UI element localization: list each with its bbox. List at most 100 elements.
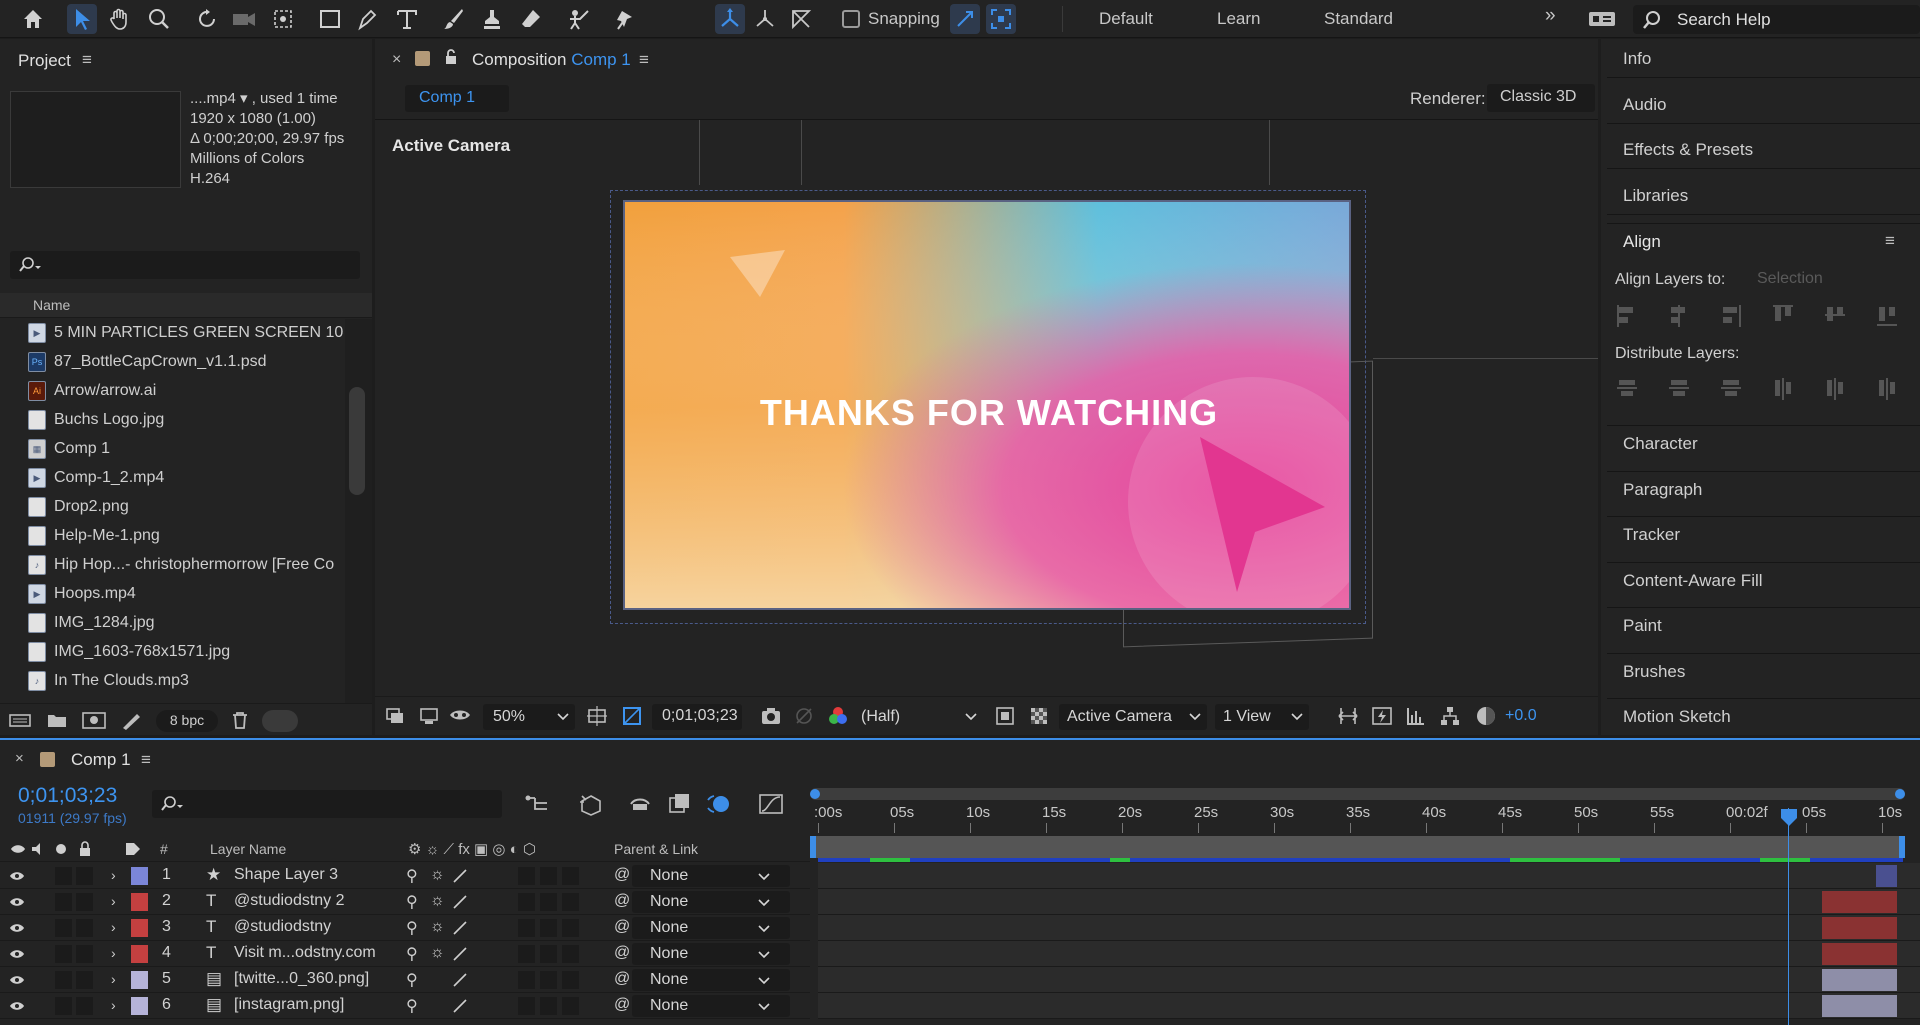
layer-label-color[interactable]	[131, 997, 148, 1015]
layer-duration-bar[interactable]	[1822, 917, 1897, 939]
panel-libraries[interactable]: Libraries	[1623, 186, 1688, 206]
work-area-bar[interactable]	[810, 836, 1905, 858]
solo-switch[interactable]	[55, 945, 72, 963]
show-snapshot-icon[interactable]	[793, 706, 815, 726]
shy-switch-icon[interactable]: ⚲	[406, 918, 418, 938]
current-time-field[interactable]: 0;01;03;23	[652, 704, 742, 730]
layer-duration-bar[interactable]	[1822, 891, 1897, 913]
layer-name[interactable]: [instagram.png]	[234, 996, 344, 1014]
shy-switch-icon[interactable]: ⚲	[406, 944, 418, 964]
solo-switch[interactable]	[55, 919, 72, 937]
lock-switch[interactable]	[76, 867, 93, 885]
world-axis-mode-icon[interactable]	[750, 4, 780, 34]
fast-previews-icon[interactable]	[1371, 705, 1393, 727]
adjustment-switch[interactable]	[518, 971, 535, 989]
timeline-menu-icon[interactable]: ≡	[141, 750, 151, 770]
timeline-current-time[interactable]: 0;01;03;23	[18, 784, 117, 808]
project-item[interactable]: ▦ Comp 1	[0, 435, 345, 464]
align-horizontal-center-icon[interactable]	[1667, 303, 1691, 329]
project-search-input[interactable]	[10, 251, 360, 279]
timeline-search-input[interactable]	[152, 790, 502, 818]
layer-duration-bar[interactable]	[1822, 943, 1897, 965]
column-layer-name[interactable]: Layer Name	[210, 841, 286, 857]
hide-shy-layers-icon[interactable]	[627, 792, 653, 816]
camera-view-select[interactable]: Active Camera	[1059, 704, 1207, 730]
expand-chevron-icon[interactable]: ›	[111, 919, 116, 935]
flowchart-icon[interactable]	[1439, 705, 1461, 727]
navigator-start-handle[interactable]	[810, 789, 820, 799]
zoom-tool-icon[interactable]	[144, 4, 174, 34]
project-item[interactable]: ▶ 5 MIN PARTICLES GREEN SCREEN 1080	[0, 319, 345, 348]
footage-name[interactable]: ....mp4 ▾ , used 1 time	[190, 89, 344, 109]
mask-visibility-icon[interactable]	[448, 707, 472, 725]
collapse-switch-icon[interactable]: ☼	[430, 918, 445, 936]
view-axis-mode-icon[interactable]	[786, 4, 816, 34]
quality-switch-icon[interactable]	[452, 998, 468, 1014]
renderer-select[interactable]: Classic 3D	[1487, 84, 1595, 112]
snapping-checkbox[interactable]	[842, 10, 860, 28]
work-area-start[interactable]	[810, 836, 816, 858]
project-item[interactable]: ▶ Comp-1_2.mp4	[0, 464, 345, 493]
composition-menu-icon[interactable]: ≡	[639, 50, 649, 70]
3d-switch[interactable]	[540, 997, 557, 1015]
puppet-pin-tool-icon[interactable]	[610, 4, 640, 34]
project-item[interactable]: Ps 87_BottleCapCrown_v1.1.psd	[0, 348, 345, 377]
project-item[interactable]: Help-Me-1.png	[0, 522, 345, 551]
flowchart-toggle[interactable]	[262, 710, 298, 732]
quality-switch-icon[interactable]	[452, 972, 468, 988]
eye-icon[interactable]	[9, 948, 25, 960]
eraser-tool-icon[interactable]	[516, 4, 546, 34]
workspace-settings-icon[interactable]	[1587, 4, 1617, 34]
lock-icon[interactable]	[444, 48, 458, 66]
shy-switch-icon[interactable]: ⚲	[406, 970, 418, 990]
shy-switch-icon[interactable]: ⚲	[406, 892, 418, 912]
magnification-select[interactable]: 50%	[483, 704, 575, 730]
lock-switch[interactable]	[76, 971, 93, 989]
bit-depth-button[interactable]: 8 bpc	[156, 710, 218, 732]
solo-switch[interactable]	[55, 971, 72, 989]
motion-blur-switch[interactable]	[562, 919, 579, 937]
workspace-learn[interactable]: Learn	[1217, 9, 1260, 29]
playhead-line[interactable]	[1788, 808, 1789, 1025]
panel-info[interactable]: Info	[1623, 49, 1651, 69]
adjustment-switch[interactable]	[518, 919, 535, 937]
parent-select[interactable]: None	[632, 865, 790, 887]
rectangle-tool-icon[interactable]	[315, 4, 345, 34]
project-item[interactable]: Drop2.png	[0, 493, 345, 522]
distribute-top-icon[interactable]	[1615, 376, 1639, 402]
hand-tool-icon[interactable]	[104, 4, 134, 34]
new-composition-icon[interactable]	[81, 710, 107, 730]
3d-switch[interactable]	[540, 945, 557, 963]
pickwhip-icon[interactable]: @	[614, 996, 630, 1014]
column-parent-link[interactable]: Parent & Link	[614, 841, 698, 857]
layer-duration-bar[interactable]	[1822, 995, 1897, 1017]
layer-name[interactable]: Visit m...odstny.com	[234, 944, 376, 962]
comp-mini-flowchart-icon[interactable]	[525, 793, 551, 815]
draft-3d-icon[interactable]	[578, 792, 604, 816]
always-preview-icon[interactable]	[385, 707, 405, 725]
lock-switch[interactable]	[76, 919, 93, 937]
align-menu-icon[interactable]: ≡	[1885, 231, 1895, 251]
eye-icon[interactable]	[9, 922, 25, 934]
rotate-tool-icon[interactable]	[193, 4, 223, 34]
align-right-icon[interactable]	[1719, 303, 1743, 329]
audio-switch-header-icon[interactable]	[30, 841, 46, 857]
panel-character[interactable]: Character	[1623, 434, 1698, 454]
distribute-right-icon[interactable]	[1875, 376, 1899, 402]
align-left-icon[interactable]	[1615, 303, 1639, 329]
reset-exposure-icon[interactable]	[1475, 705, 1497, 727]
primary-viewer-icon[interactable]	[419, 707, 439, 725]
roto-brush-tool-icon[interactable]	[565, 4, 595, 34]
motion-blur-switch[interactable]	[562, 893, 579, 911]
pickwhip-icon[interactable]: @	[614, 918, 630, 936]
parent-select[interactable]: None	[632, 917, 790, 939]
layer-name[interactable]: @studiodstny	[234, 918, 331, 936]
eye-icon[interactable]	[9, 1000, 25, 1012]
workspace-default[interactable]: Default	[1099, 9, 1153, 29]
comp-viewer[interactable]: Active Camera THANKS FOR WATCHING	[375, 120, 1598, 696]
eye-icon[interactable]	[9, 870, 25, 882]
project-scrollbar[interactable]	[345, 319, 372, 703]
region-of-interest-icon[interactable]	[995, 706, 1015, 726]
snapshot-camera-icon[interactable]	[760, 706, 782, 726]
shy-switch-icon[interactable]: ⚲	[406, 996, 418, 1016]
